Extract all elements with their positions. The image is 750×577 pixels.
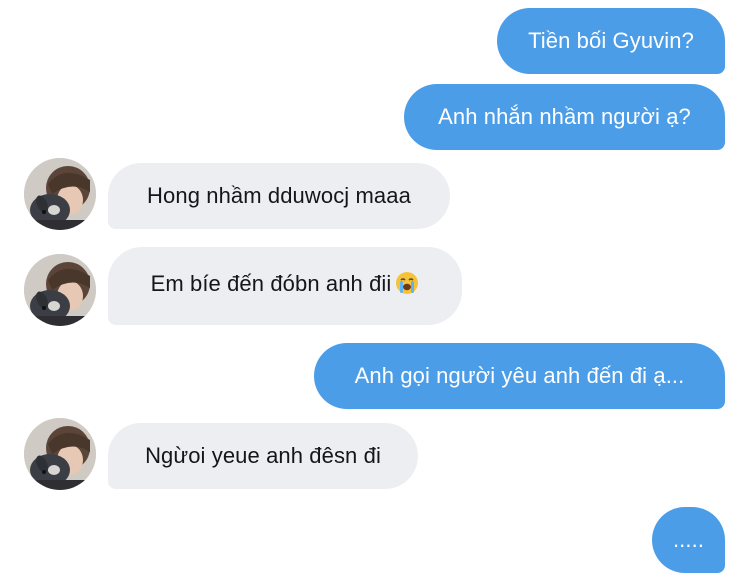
incoming-message[interactable]: Ngừoi yeue anh đêsn đi: [108, 423, 418, 489]
avatar-photo-icon: [24, 418, 96, 490]
message-text: Em bíe đến đóbn anh đii: [150, 271, 392, 296]
message-text: Hong nhầm dduwocj maaa: [147, 183, 411, 208]
avatar-photo-icon: [24, 254, 96, 326]
outgoing-message[interactable]: Tiền bối Gyuvin?: [497, 8, 725, 74]
message-text: Anh gọi người yêu anh đến đi ạ...: [354, 363, 685, 388]
message-text: Anh nhắn nhầm người ạ?: [438, 104, 691, 129]
message-text: Ngừoi yeue anh đêsn đi: [145, 443, 381, 468]
message-text: Tiền bối Gyuvin?: [528, 28, 694, 53]
avatar[interactable]: [24, 418, 96, 490]
outgoing-message[interactable]: Anh gọi người yêu anh đến đi ạ...: [314, 343, 725, 409]
avatar[interactable]: [24, 158, 96, 230]
incoming-message[interactable]: Hong nhầm dduwocj maaa: [108, 163, 450, 229]
loudly-crying-face-icon: [395, 271, 419, 301]
outgoing-message[interactable]: .....: [652, 507, 725, 573]
avatar[interactable]: [24, 254, 96, 326]
outgoing-message[interactable]: Anh nhắn nhầm người ạ?: [404, 84, 725, 150]
message-content: Em bíe đến đóbn anh đii: [108, 271, 462, 301]
chat-thread: Tiền bối Gyuvin? Anh nhắn nhầm người ạ? …: [0, 0, 750, 577]
message-text: .....: [672, 527, 705, 552]
incoming-message[interactable]: Em bíe đến đóbn anh đii: [108, 247, 462, 325]
avatar-photo-icon: [24, 158, 96, 230]
